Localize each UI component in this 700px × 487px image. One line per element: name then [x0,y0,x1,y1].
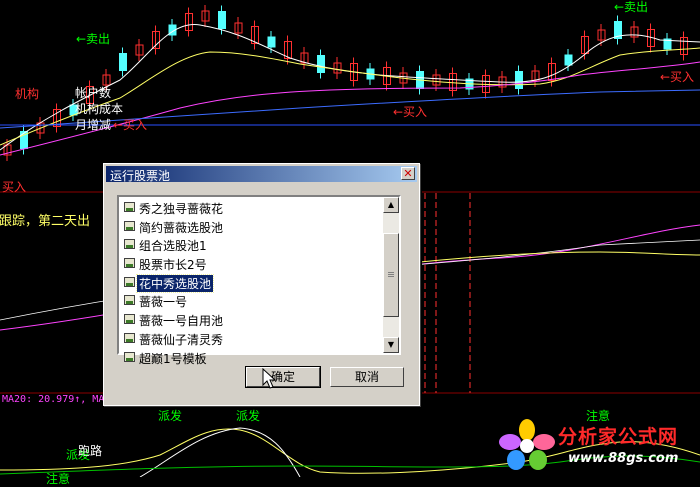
scroll-up-icon[interactable]: ▲ [383,197,399,213]
buy-signal-label: ←买入 [113,118,148,132]
distribution-label: 派发 [236,409,261,423]
list-item-label: 蔷薇一号自用池 [139,314,224,329]
tracking-text: 时跟踪，第二天出 [0,214,91,229]
pool-icon [124,239,135,250]
list-item[interactable]: 简约蔷薇选股池 [121,217,385,236]
ok-button[interactable]: 确定 [245,366,321,388]
jigou-label: 机构 [15,87,40,101]
list-scrollbar[interactable]: ▲ ▼ [383,197,399,353]
list-item[interactable]: 蔷薇一号自用池 [121,310,385,329]
candle-body [119,53,127,71]
close-icon[interactable]: ✕ [401,167,415,180]
candle-body [218,11,226,29]
list-item-label: 蔷薇仙子清灵秀 [139,332,224,347]
candlesticks [3,5,688,161]
attention-label: 注意 [46,472,71,486]
pool-icon [124,258,135,269]
watermark-logo: 分析家公式网 www.88gs.com [498,418,698,474]
pool-icon [124,202,135,212]
sell-signal-label: ←卖出 [614,0,649,14]
dialog-title: 运行股票池 [110,169,171,183]
list-item[interactable]: 蔷薇仙子清灵秀 [121,329,385,348]
buy-signal-label: ←买入 [393,105,428,119]
pool-icon [124,332,135,343]
candle-body [317,55,325,73]
scroll-down-icon[interactable]: ▼ [383,337,399,353]
scroll-thumb[interactable] [383,233,399,317]
pool-icon [124,314,135,325]
list-item[interactable]: 花中秀选股池 [121,273,385,293]
list-item-label: 简约蔷薇选股池 [139,220,224,235]
candle-body [267,36,276,48]
list-item[interactable]: 秀之独寻蔷薇花 [121,198,385,217]
list-item-label: 花中秀选股池 [135,273,215,293]
pool-icon [124,220,135,231]
buy-signal-label: 买入 [2,180,27,194]
cancel-button[interactable]: 取消 [330,367,404,387]
pool-icon [124,295,135,306]
list-item[interactable]: 蔷薇一号 [121,291,385,310]
candle-body [515,71,523,89]
candle-body [564,54,573,66]
account-count-label: 帐户数 [75,86,112,100]
flower-logo-icon [499,419,555,470]
pool-icon [124,276,135,287]
dialog-titlebar[interactable]: 运行股票池 ✕ [106,166,417,183]
list-item-label: 组合选股池1 [139,239,207,254]
list-item[interactable]: 组合选股池1 [121,235,385,254]
pool-icon [124,351,135,362]
list-item-label: 秀之独寻蔷薇花 [139,202,224,216]
stock-pool-list[interactable]: 秀之独寻蔷薇花 简约蔷薇选股池 组合选股池1 股票市长2号 花中秀选股池蔷薇一号蔷薇一号… [117,195,401,366]
institution-cost-label: 机构成本 [75,102,124,116]
watermark-url: www.88gs.com [568,451,679,466]
list-item-label: 蔷薇一号 [139,295,188,310]
list-item[interactable]: 股票市长2号 [121,254,385,273]
monthly-change-label: 月增减 [75,118,112,132]
mouse-cursor-icon [262,368,277,389]
list-item-label: 股票市长2号 [139,258,207,273]
sell-signal-label: ←卖出 [76,32,111,46]
list-item-label: 超巅1号模板 [139,351,207,366]
watermark-title: 分析家公式网 [558,426,679,448]
list-item[interactable]: 超巅1号模板 [121,348,385,367]
distribution-label: 派发 [158,409,183,423]
buy-signal-label: ←买入 [660,70,695,84]
run-away-label: 跑路 [78,444,103,458]
